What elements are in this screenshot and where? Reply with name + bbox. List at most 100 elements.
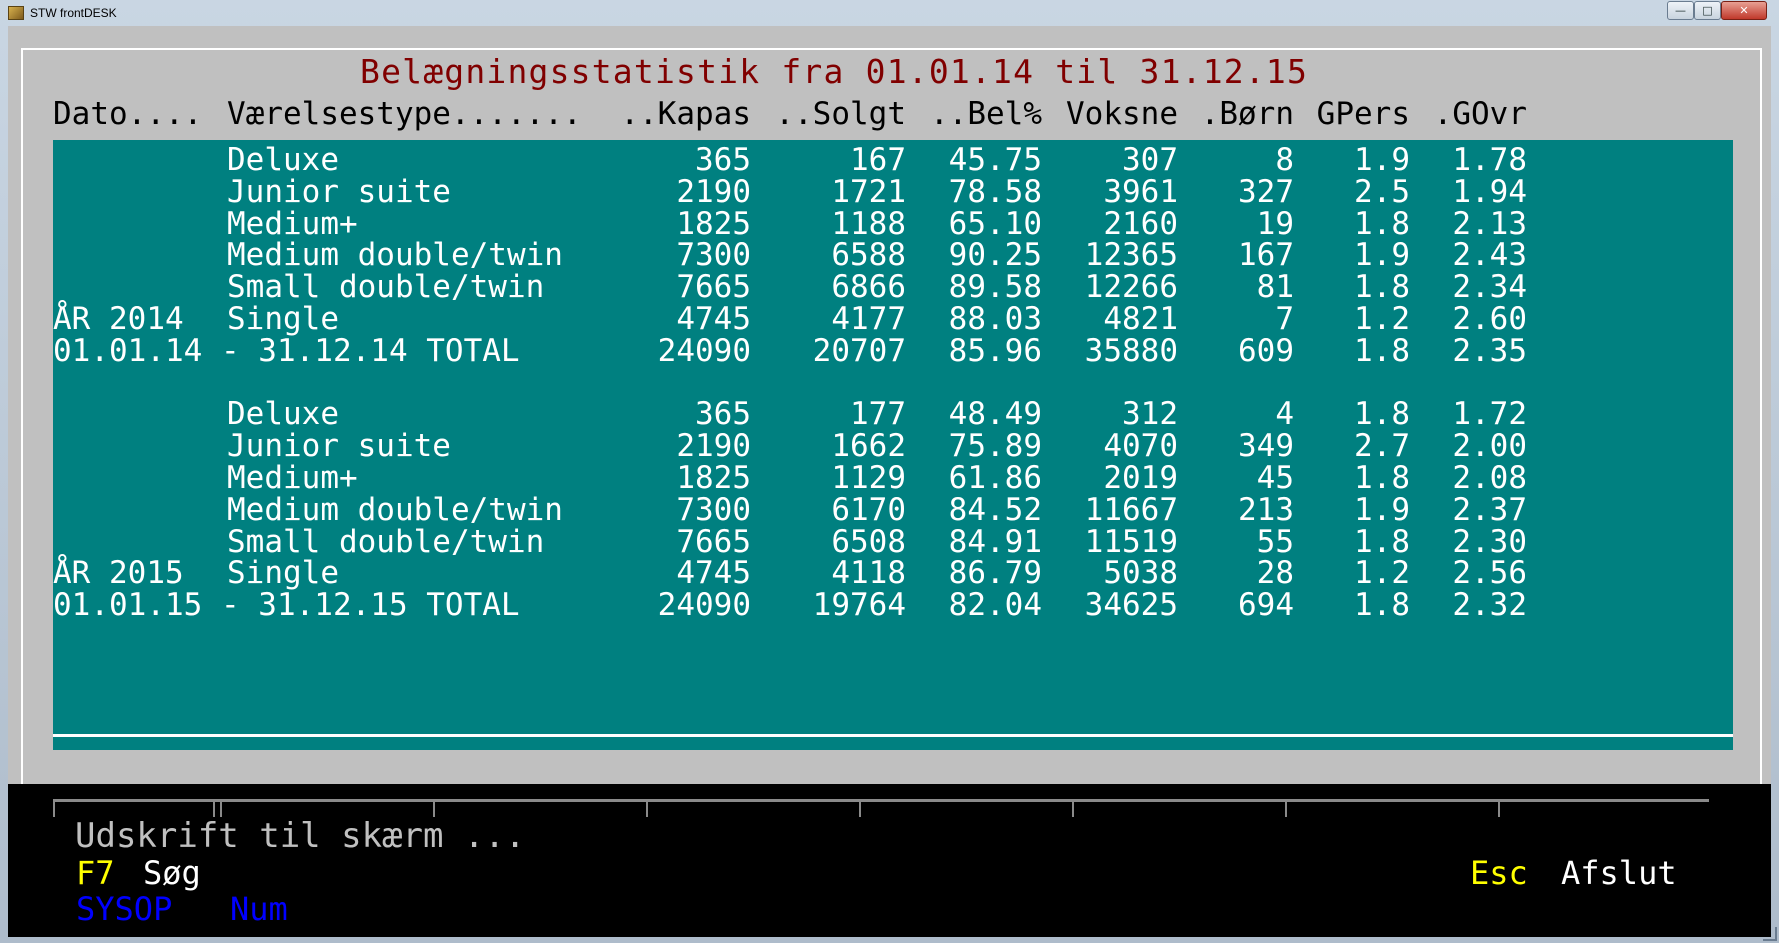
cell-solgt: 4177: [831, 301, 906, 337]
ruler-tick: [53, 799, 55, 817]
cell-belprocent: 88.03: [948, 301, 1042, 337]
ruler-tick: [1498, 799, 1500, 817]
cell-kapas: 7665: [676, 523, 751, 560]
cell-belprocent: 78.58: [948, 173, 1042, 210]
maximize-button[interactable]: □: [1694, 1, 1721, 20]
cell-govr: 1.94: [1452, 173, 1527, 210]
cell-gpers: 1.9: [1354, 491, 1410, 528]
table-row: Deluxe 365 167 45.75 307 8 1.9 1.78: [53, 142, 1733, 178]
cell-voksne: 2019: [1103, 460, 1178, 496]
minimize-button[interactable]: —: [1667, 1, 1694, 20]
cell-vaerelsestype: Medium+: [227, 460, 358, 496]
cell-govr: 1.78: [1452, 142, 1527, 178]
ruler-tick: [646, 799, 648, 817]
cell-voksne: 11519: [1084, 523, 1178, 560]
cell-belprocent: 84.91: [948, 523, 1042, 560]
ruler-tick: [859, 799, 861, 817]
cell-kapas: 24090: [657, 332, 751, 369]
cell-govr: 2.37: [1452, 491, 1527, 528]
cell-gpers: 1.8: [1354, 205, 1410, 242]
cell-boern: 327: [1238, 173, 1294, 210]
cell-govr: 2.34: [1452, 269, 1527, 306]
title-bar[interactable]: STW frontDESK — □ ✕: [0, 0, 1779, 27]
cell-belprocent: 48.49: [948, 396, 1042, 433]
stw-app-icon: [8, 6, 24, 20]
ruler-tick: [1072, 799, 1074, 817]
exit-hotkey-label[interactable]: Afslut: [1561, 854, 1677, 892]
cell-kapas: 4745: [676, 555, 751, 592]
cell-kapas: 365: [695, 396, 751, 433]
cell-vaerelsestype: Small double/twin: [227, 269, 545, 306]
cell-vaerelsestype: Medium+: [227, 205, 358, 242]
cell-voksne: 5038: [1103, 555, 1178, 592]
cell-vaerelsestype: Junior suite: [227, 173, 451, 210]
cell-belprocent: 90.25: [948, 237, 1042, 274]
cell-govr: 2.13: [1452, 205, 1527, 242]
resize-grip[interactable]: [1763, 927, 1777, 941]
cell-vaerelsestype: Small double/twin: [227, 523, 545, 560]
cell-vaerelsestype: Junior suite: [227, 428, 451, 465]
cell-voksne: 12266: [1084, 269, 1178, 306]
cell-kapas: 365: [695, 142, 751, 178]
cell-solgt: 1721: [831, 173, 906, 210]
cell-gpers: 1.8: [1354, 269, 1410, 306]
cell-boern: 8: [1275, 142, 1294, 178]
cell-belprocent: 65.10: [948, 205, 1042, 242]
user-indicator: SYSOP: [76, 890, 173, 928]
table-row: Junior suite 2190 1662 75.89 4070 349 2.7 2.00: [53, 428, 1733, 464]
cell-solgt: 6508: [831, 523, 906, 560]
esc-hotkey[interactable]: Esc: [1470, 854, 1528, 892]
close-button[interactable]: ✕: [1721, 1, 1767, 20]
table-row: Small double/twin 7665 6866 89.58 12266 81 1.8…: [53, 269, 1733, 305]
cell-kapas: 4745: [676, 301, 751, 337]
cell-boern: 28: [1256, 555, 1294, 592]
cell-gpers: 2.5: [1354, 173, 1410, 210]
cell-boern: 55: [1256, 523, 1294, 560]
cell-kapas: 1825: [676, 460, 751, 496]
cell-total-label: 01.01.14 - 31.12.14 TOTAL: [53, 332, 520, 369]
header-kapas: ..Kapas: [620, 96, 751, 132]
f7-hotkey[interactable]: F7: [76, 854, 115, 892]
cell-gpers: 1.8: [1354, 460, 1410, 496]
table-row: Medium+ 1825 1129 61.86 2019 45 1.8 2.08: [53, 460, 1733, 496]
cell-gpers: 1.9: [1354, 142, 1410, 178]
cell-voksne: 312: [1122, 396, 1178, 433]
table-row: Medium+ 1825 1188 65.10 2160 19 1.8 2.13: [53, 206, 1733, 242]
search-hotkey-label[interactable]: Søg: [143, 854, 201, 892]
cell-voksne: 35880: [1084, 332, 1178, 369]
header-dato: Dato....: [53, 96, 203, 132]
cell-kapas: 7665: [676, 269, 751, 306]
cell-vaerelsestype: Medium double/twin: [227, 237, 563, 274]
cell-kapas: 2190: [676, 428, 751, 465]
cell-dato: ÅR 2015: [53, 555, 184, 592]
cell-boern: 81: [1256, 269, 1294, 306]
cell-belprocent: 89.58: [948, 269, 1042, 306]
cell-belprocent: 86.79: [948, 555, 1042, 592]
numlock-indicator: Num: [230, 890, 288, 928]
cell-kapas: 24090: [657, 587, 751, 624]
cell-gpers: 1.8: [1354, 396, 1410, 433]
cell-boern: 4: [1275, 396, 1294, 433]
report-panel[interactable]: Deluxe 365 167 45.75 307 8 1.9 1.78 Junior suite…: [53, 140, 1733, 750]
header-solgt: ..Solgt: [775, 96, 906, 132]
cell-solgt: 167: [850, 142, 906, 178]
report-title: Belægningsstatistik fra 01.01.14 til 31.…: [350, 50, 1319, 94]
cell-solgt: 6588: [831, 237, 906, 274]
cell-gpers: 1.2: [1354, 555, 1410, 592]
header-vaerelsestype: Værelsestype.......: [227, 96, 582, 132]
cell-govr: 2.30: [1452, 523, 1527, 560]
cell-vaerelsestype: Single: [227, 555, 339, 592]
cell-belprocent: 45.75: [948, 142, 1042, 178]
cell-vaerelsestype: Medium double/twin: [227, 491, 563, 528]
header-gpers: GPers: [1316, 96, 1410, 132]
cell-solgt: 1129: [831, 460, 906, 496]
window-title: STW frontDESK: [30, 6, 117, 20]
cell-vaerelsestype: Single: [227, 301, 339, 337]
cell-voksne: 4070: [1103, 428, 1178, 465]
panel-divider: [53, 734, 1733, 737]
ruler-tick: [433, 799, 435, 817]
ruler-tick: [220, 799, 222, 817]
cell-govr: 2.56: [1452, 555, 1527, 592]
cell-solgt: 20707: [812, 332, 906, 369]
cell-gpers: 1.8: [1354, 587, 1410, 624]
